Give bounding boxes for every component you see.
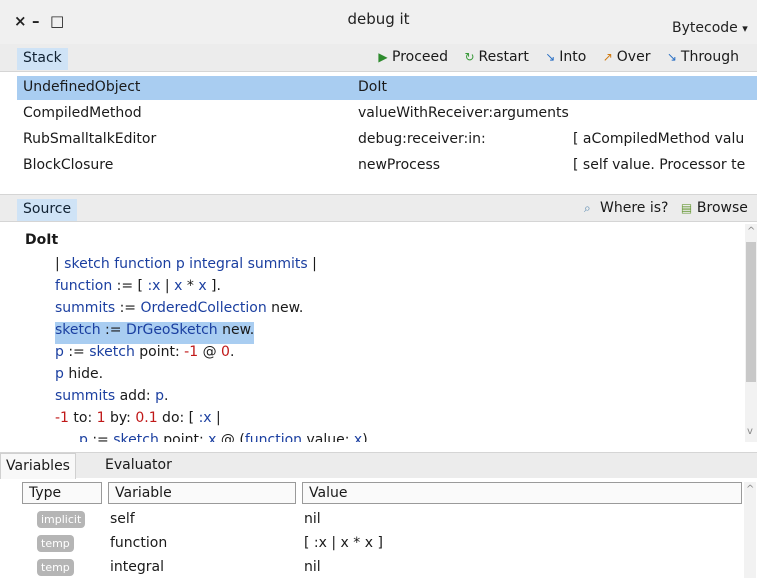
restart-button[interactable]: ↻ Restart [462,49,528,65]
bytecode-label: Bytecode [672,20,738,36]
through-label: Through [680,49,739,65]
through-button[interactable]: ↘ Through [665,49,739,65]
stack-method: DoIt [358,79,387,95]
table-row[interactable]: implicit self nil [22,508,742,532]
code-line: -1 to: 1 by: 0.1 do: [ :x | [55,410,221,426]
type-badge: temp [37,535,74,552]
code-line: summits := OrderedCollection new. [55,300,304,316]
stack-receiver: BlockClosure [23,157,114,173]
through-icon: ↘ [666,50,677,64]
over-icon: ↗ [602,50,613,64]
title-bar: × – □ debug it Bytecode ▾ [0,0,757,44]
stack-row[interactable]: UndefinedObject DoIt [17,76,757,100]
variable-value: nil [304,511,321,527]
type-badge: implicit [37,511,86,528]
code-line: p := sketch point: x @ (function value: … [79,432,373,442]
stack-list[interactable]: UndefinedObject DoIt CompiledMethod valu… [17,74,757,186]
restart-label: Restart [478,49,529,65]
table-row[interactable]: temp function [ :x | x * x ] [22,532,742,556]
restart-icon: ↻ [464,50,475,64]
scroll-up-icon[interactable]: ^ [747,226,755,237]
proceed-button[interactable]: ▶ Proceed [376,49,448,65]
tab-evaluator[interactable]: Evaluator [100,453,177,479]
scroll-up-icon[interactable]: ^ [746,484,754,495]
source-panel-header: Source ⌕ Where is? ▤ Browse [0,194,757,222]
stack-receiver: CompiledMethod [23,105,142,121]
stack-row[interactable]: CompiledMethod valueWithReceiver:argumen… [17,102,757,126]
stack-row[interactable]: RubSmalltalkEditor debug:receiver:in: [ … [17,128,757,152]
where-is-button[interactable]: ⌕ Where is? [584,200,668,216]
browse-button[interactable]: ▤ Browse [681,200,748,216]
column-header-type[interactable]: Type [22,482,102,504]
stack-tab[interactable]: Stack [17,48,68,70]
code-line: p hide. [55,366,104,382]
variable-value: nil [304,559,321,575]
method-name: DoIt [25,232,59,248]
over-button[interactable]: ↗ Over [601,49,651,65]
code-line: function := [ :x | x * x ]. [55,278,221,294]
column-header-value[interactable]: Value [302,482,742,504]
stack-receiver: UndefinedObject [23,79,141,95]
column-header-variable[interactable]: Variable [108,482,296,504]
source-tab[interactable]: Source [17,199,78,221]
stack-method: newProcess [358,157,441,173]
type-badge: temp [37,559,74,576]
variables-scrollbar[interactable]: ^ [744,482,756,578]
tab-variables[interactable]: Variables [0,453,76,479]
variable-value: [ :x | x * x ] [304,535,383,551]
chevron-down-icon: ▾ [742,22,748,35]
debugger-toolbar: ▶ Proceed ↻ Restart ↘ Into ↗ Over ↘ Through [376,49,749,65]
browse-icon: ▤ [680,201,693,215]
table-row[interactable]: temp integral nil [22,556,742,578]
code-line: | sketch function p integral summits | [55,256,317,272]
code-line-highlighted: sketch := DrGeoSketch new. [55,322,255,344]
window-title: debug it [347,10,410,28]
browse-label: Browse [696,200,748,216]
magnifier-icon: ⌕ [584,201,591,215]
over-label: Over [616,49,651,65]
variables-table[interactable]: Type Variable Value implicit self nil te… [22,482,742,578]
stack-panel-header: Stack ▶ Proceed ↻ Restart ↘ Into ↗ Over ↘ Thr… [0,44,757,72]
proceed-label: Proceed [392,49,449,65]
stack-method: debug:receiver:in: [358,131,486,147]
into-icon: ↘ [545,50,556,64]
variable-name: integral [110,559,164,575]
scroll-thumb[interactable] [746,242,756,382]
source-toolbar: ⌕ Where is? ▤ Browse [584,200,756,216]
variable-name: function [110,535,168,551]
where-is-label: Where is? [600,200,669,216]
into-button[interactable]: ↘ Into [543,49,586,65]
stack-row[interactable]: BlockClosure newProcess [ self value. Pr… [17,154,757,178]
into-label: Into [559,49,587,65]
source-editor[interactable]: DoIt | sketch function p integral summit… [17,224,745,442]
bytecode-menu[interactable]: Bytecode ▾ [672,20,748,36]
stack-extra: [ self value. Processor te [573,157,746,173]
proceed-icon: ▶ [378,50,388,64]
variable-name: self [110,511,135,527]
stack-method: valueWithReceiver:arguments [358,105,569,121]
scroll-down-icon[interactable]: v [747,426,753,437]
code-line: summits add: p. [55,388,169,404]
stack-extra: [ aCompiledMethod valu [573,131,745,147]
code-line: p := sketch point: -1 @ 0. [55,344,235,360]
stack-receiver: RubSmalltalkEditor [23,131,157,147]
inspector-tabs: Variables Evaluator [0,452,757,479]
source-scrollbar[interactable]: ^ v [745,224,757,442]
